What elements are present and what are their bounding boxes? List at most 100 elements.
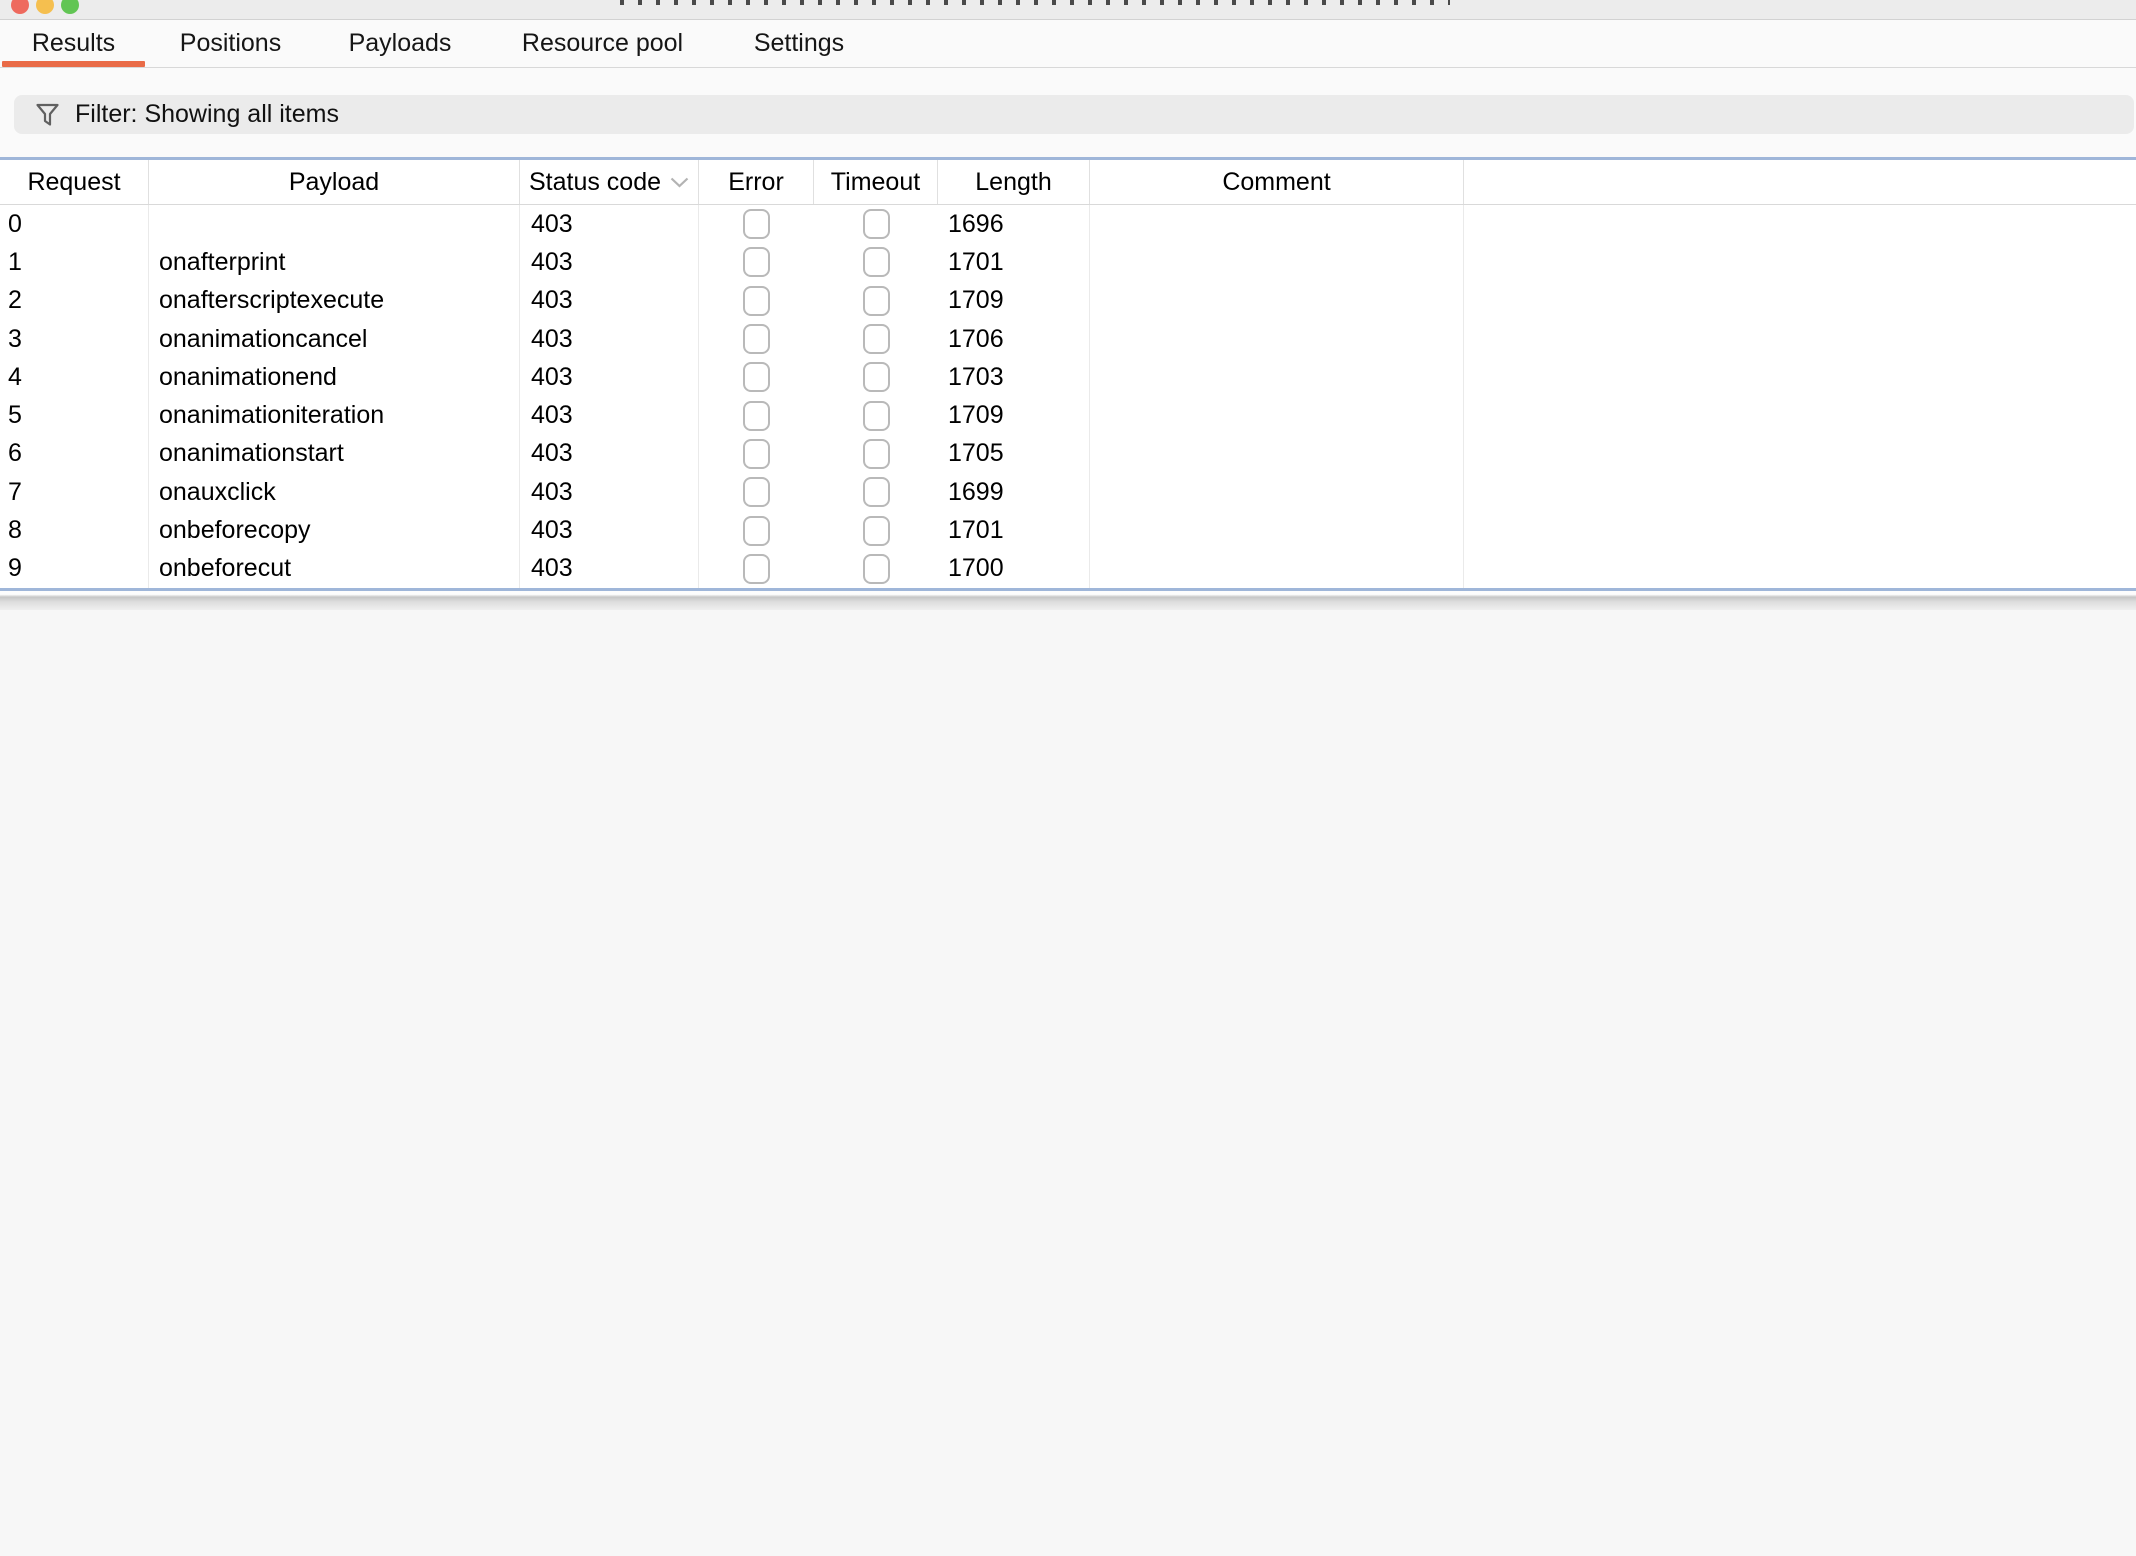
cell-length: 1709 [938,396,1090,434]
column-header-request[interactable]: Request [0,160,149,204]
cell-filler [1464,243,2136,281]
tab-resource-pool[interactable]: Resource pool [486,20,719,67]
cell-comment [1090,320,1464,358]
column-header-payload[interactable]: Payload [149,160,520,204]
cell-timeout [814,396,938,434]
cell-payload [149,205,520,243]
column-header-timeout[interactable]: Timeout [814,160,938,204]
cell-status-code: 403 [520,320,699,358]
cell-request: 6 [0,435,149,473]
result-row[interactable]: 5onanimationiteration4031709 [0,396,2136,434]
tab-results[interactable]: Results [0,20,147,67]
cell-length: 1701 [938,511,1090,549]
cell-comment [1090,205,1464,243]
filter-bar[interactable]: Filter: Showing all items [14,95,2134,134]
timeout-checkbox [863,247,890,277]
column-header-label: Request [27,168,120,197]
cell-payload: onanimationcancel [149,320,520,358]
column-divider [1089,205,1090,588]
window-title-clipped [620,0,1450,5]
attack-tab-bar: Results Positions Payloads Resource pool… [0,20,2136,68]
tab-settings[interactable]: Settings [719,20,879,67]
cell-filler [1464,396,2136,434]
tab-payloads[interactable]: Payloads [314,20,486,67]
result-row[interactable]: 7onauxclick4031699 [0,473,2136,511]
timeout-checkbox [863,516,890,546]
error-checkbox [743,554,770,584]
cell-timeout [814,435,938,473]
cell-comment [1090,511,1464,549]
sort-indicator-icon [670,177,689,188]
cell-comment [1090,473,1464,511]
result-row[interactable]: 8onbeforecopy4031701 [0,511,2136,549]
cell-filler [1464,205,2136,243]
timeout-checkbox [863,362,890,392]
cell-timeout [814,282,938,320]
timeout-checkbox [863,209,890,239]
cell-request: 1 [0,243,149,281]
window-titlebar [0,0,2136,20]
result-row[interactable]: 1onafterprint4031701 [0,243,2136,281]
result-row[interactable]: 3onanimationcancel4031706 [0,320,2136,358]
cell-timeout [814,205,938,243]
cell-filler [1464,511,2136,549]
column-header-comment[interactable]: Comment [1090,160,1464,204]
cell-length: 1699 [938,473,1090,511]
tab-positions[interactable]: Positions [147,20,314,67]
cell-filler [1464,282,2136,320]
cell-status-code: 403 [520,511,699,549]
cell-error [699,435,814,473]
result-row[interactable]: 2onafterscriptexecute4031709 [0,282,2136,320]
window-zoom-button[interactable] [61,0,79,14]
cell-status-code: 403 [520,205,699,243]
cell-length: 1703 [938,358,1090,396]
cell-filler [1464,435,2136,473]
pane-splitter[interactable] [0,591,2136,610]
cell-error [699,282,814,320]
cell-status-code: 403 [520,358,699,396]
cell-length: 1696 [938,205,1090,243]
results-table-header: Request Payload Status code Error Timeout Len… [0,160,2136,205]
column-header-length[interactable]: Length [938,160,1090,204]
cell-payload: onanimationend [149,358,520,396]
error-checkbox [743,477,770,507]
cell-filler [1464,358,2136,396]
column-divider [519,205,520,588]
error-checkbox [743,286,770,316]
error-checkbox [743,516,770,546]
lower-pane [0,610,2136,1556]
cell-comment [1090,396,1464,434]
window-close-button[interactable] [11,0,29,14]
result-row[interactable]: 4onanimationend403 1703 [0,358,2136,396]
cell-request: 4 [0,358,149,396]
column-header-label: Length [975,168,1051,197]
cell-request: 8 [0,511,149,549]
error-checkbox [743,324,770,354]
cell-request: 0 [0,205,149,243]
window-minimize-button[interactable] [36,0,54,14]
tab-label: Results [32,29,115,58]
column-header-label: Error [728,168,784,197]
funnel-icon [34,101,61,128]
tab-label: Payloads [349,29,452,58]
cell-error [699,243,814,281]
column-divider [1463,205,1464,588]
error-checkbox [743,247,770,277]
column-header-error[interactable]: Error [699,160,814,204]
cell-request: 7 [0,473,149,511]
column-header-label: Status code [529,168,661,197]
result-row[interactable]: 9onbeforecut4031700 [0,550,2136,588]
cell-comment [1090,282,1464,320]
cell-length: 1701 [938,243,1090,281]
column-header-status-code[interactable]: Status code [520,160,699,204]
active-tab-underline [2,61,145,67]
intruder-attack-window: Results Positions Payloads Resource pool… [0,0,2136,1556]
result-row[interactable]: 6onanimationstart4031705 [0,435,2136,473]
cell-status-code: 403 [520,396,699,434]
timeout-checkbox [863,554,890,584]
result-row[interactable]: 0 403 1696 [0,205,2136,243]
column-divider [698,205,699,588]
cell-request: 2 [0,282,149,320]
timeout-checkbox [863,324,890,354]
cell-error [699,473,814,511]
